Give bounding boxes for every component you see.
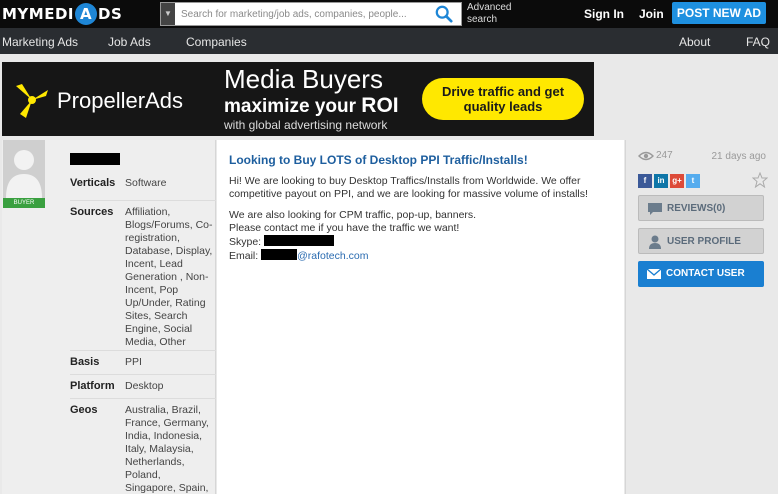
linkedin-icon[interactable]: in	[654, 174, 668, 188]
ad-paragraph: Hi! We are looking to buy Desktop Traffi…	[229, 175, 588, 200]
field-value: Australia, Brazil, France, Germany, Indi…	[125, 404, 209, 494]
skype-line: Skype:	[229, 235, 617, 249]
search-box: ▼	[160, 2, 462, 26]
ad-line: We are also looking for CPM traffic, pop…	[229, 209, 477, 221]
banner-headline: Media Buyers	[224, 64, 383, 94]
search-icon[interactable]	[435, 5, 453, 23]
ad-line: Please contact me if you have the traffi…	[229, 222, 460, 234]
avatar[interactable]	[3, 140, 45, 198]
email-line: Email: @rafotech.com	[229, 249, 617, 263]
banner-cta-button[interactable]: Drive traffic and get quality leads	[422, 78, 584, 120]
field-value: Desktop	[125, 380, 164, 392]
field-label: Verticals	[70, 177, 116, 189]
buyer-badge: BUYER	[3, 198, 45, 208]
post-new-ad-button[interactable]: POST NEW AD	[672, 2, 766, 24]
skype-label: Skype:	[229, 236, 262, 248]
eye-icon	[638, 151, 654, 160]
view-count-value: 247	[656, 150, 673, 161]
google-plus-icon[interactable]: g+	[670, 174, 684, 188]
ad-description: Hi! We are looking to buy Desktop Traffi…	[229, 175, 617, 263]
reviews-button[interactable]: REVIEWS(0)	[638, 195, 764, 221]
contact-user-label: CONTACT USER	[666, 268, 745, 279]
user-silhouette-icon	[6, 150, 42, 198]
logo-text-1: MYMEDI	[2, 5, 74, 23]
banner-tagline: with global advertising network	[224, 118, 388, 132]
email-label: Email:	[229, 250, 259, 262]
field-label: Platform	[70, 380, 115, 392]
field-value: PPI	[125, 356, 142, 368]
search-input[interactable]	[181, 3, 431, 25]
favorite-star-icon[interactable]	[752, 172, 768, 188]
posted-date: 21 days ago	[711, 151, 767, 162]
field-verticals: Verticals Software	[70, 172, 216, 200]
banner-sub1: maximize your	[224, 96, 356, 117]
ad-title: Looking to Buy LOTS of Desktop PPI Traff…	[229, 153, 528, 167]
user-profile-button[interactable]: USER PROFILE	[638, 228, 764, 254]
facebook-icon[interactable]: f	[638, 174, 652, 188]
nav-companies[interactable]: Companies	[186, 35, 247, 49]
comment-icon	[648, 203, 662, 215]
site-logo[interactable]: MYMEDI A DS	[2, 2, 122, 26]
email-link[interactable]: @rafotech.com	[297, 250, 368, 262]
field-label: Geos	[70, 404, 98, 416]
nav-marketing-ads[interactable]: Marketing Ads	[2, 35, 78, 49]
contact-user-button[interactable]: CONTACT USER	[638, 261, 764, 287]
twitter-icon[interactable]: t	[686, 174, 700, 188]
field-platform: Platform Desktop	[70, 374, 216, 398]
join-link[interactable]: Join	[639, 7, 664, 21]
field-geos: Geos Australia, Brazil, France, Germany,…	[70, 398, 216, 494]
search-category-dropdown[interactable]: ▼	[161, 3, 175, 25]
nav-job-ads[interactable]: Job Ads	[108, 35, 151, 49]
sign-in-link[interactable]: Sign In	[584, 7, 624, 21]
nav-bar: Marketing Ads Job Ads Companies About FA…	[0, 28, 778, 54]
share-buttons: f in g+ t	[638, 174, 700, 188]
user-icon	[649, 235, 661, 249]
banner-subheadline: maximize your ROI	[224, 94, 399, 118]
advanced-search-link[interactable]: Advanced search	[467, 2, 517, 26]
field-basis: Basis PPI	[70, 350, 216, 374]
field-value: Affiliation, Blogs/Forums, Co-registrati…	[125, 206, 213, 348]
propellerads-logo-icon	[16, 84, 48, 118]
redacted-username	[70, 153, 120, 165]
top-bar: MYMEDI A DS ▼ Advanced search Sign In Jo…	[0, 0, 778, 28]
logo-circle: A	[75, 3, 97, 25]
user-profile-label: USER PROFILE	[667, 236, 741, 247]
profile-panel: BUYER Verticals Software Sources Affilia…	[2, 140, 216, 494]
banner-brand: PropellerAds	[57, 88, 183, 113]
view-count: 247	[638, 150, 673, 161]
banner-roi: ROI	[361, 94, 399, 117]
logo-text-2: DS	[98, 5, 123, 23]
nav-about[interactable]: About	[679, 35, 710, 49]
ad-banner[interactable]: PropellerAds Media Buyers maximize your …	[2, 62, 594, 136]
redacted-email-user	[261, 249, 298, 260]
ad-content: Looking to Buy LOTS of Desktop PPI Traff…	[217, 140, 624, 494]
field-value: Software	[125, 177, 167, 189]
profile-fields: Verticals Software Sources Affiliation, …	[70, 172, 216, 494]
field-sources: Sources Affiliation, Blogs/Forums, Co-re…	[70, 200, 216, 350]
ad-sidebar: 247 21 days ago f in g+ t REVIEWS(0) USE…	[625, 140, 778, 494]
nav-faq[interactable]: FAQ	[746, 35, 770, 49]
field-label: Basis	[70, 356, 100, 368]
field-label: Sources	[70, 206, 114, 218]
reviews-label: REVIEWS(0)	[667, 203, 726, 214]
envelope-icon	[646, 268, 662, 279]
redacted-skype	[264, 235, 335, 246]
